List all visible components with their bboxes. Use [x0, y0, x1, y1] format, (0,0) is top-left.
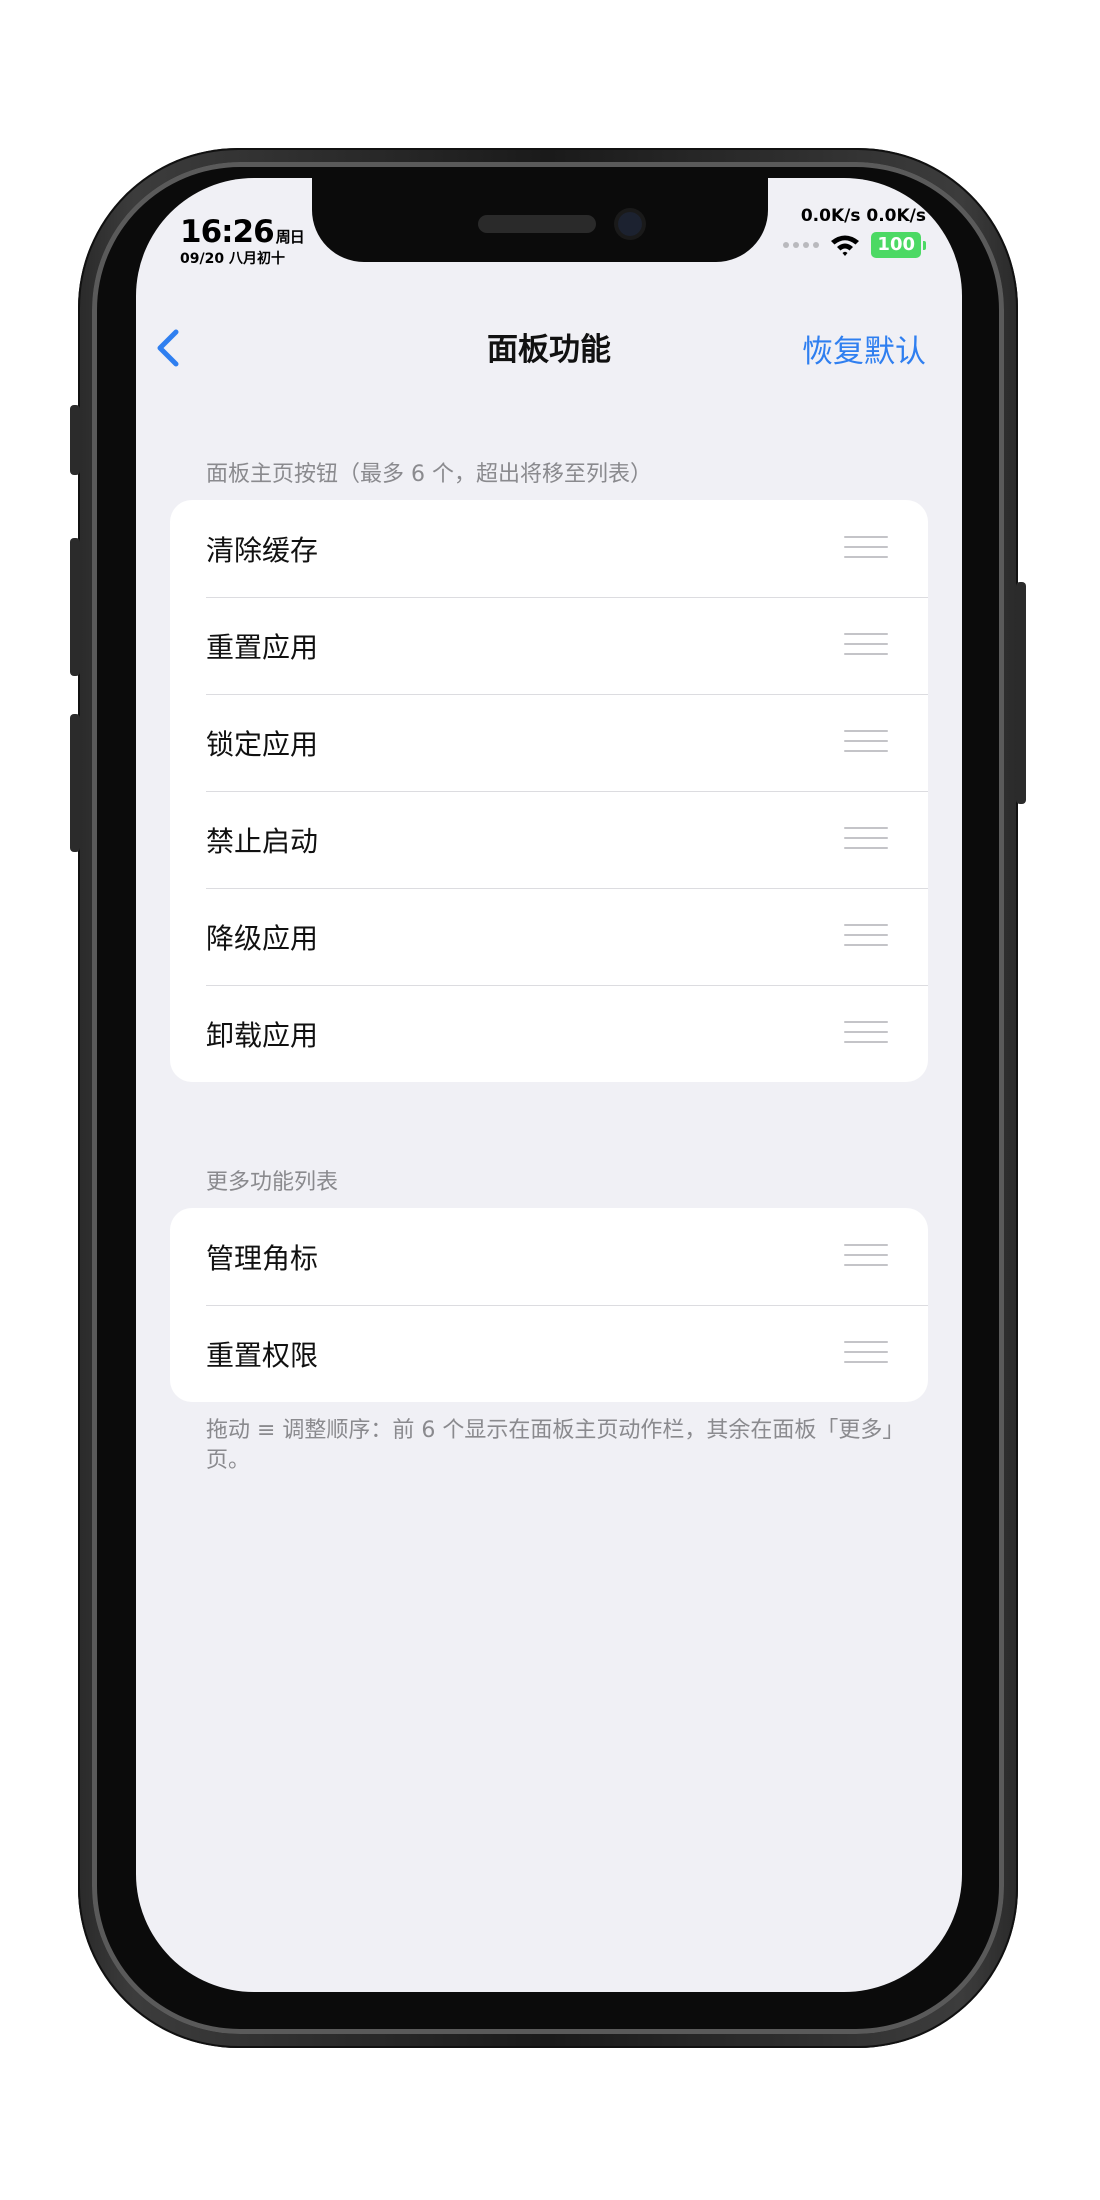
- list-item[interactable]: 禁止启动: [170, 791, 928, 888]
- more-functions-section-header: 更多功能列表: [206, 1170, 339, 1195]
- status-weekday: 周日: [275, 228, 305, 246]
- drag-handle-icon[interactable]: [844, 730, 888, 756]
- status-bar-right: 0.0K/s 0.0K/s 100: [783, 206, 926, 258]
- drag-handle-icon[interactable]: [844, 924, 888, 950]
- list-item[interactable]: 清除缓存: [170, 500, 928, 597]
- wifi-icon: [831, 235, 860, 256]
- navigation-bar: 面板功能 恢复默认: [136, 308, 962, 388]
- list-item-label: 降级应用: [206, 921, 319, 955]
- screen: 16:26 周日 09/20 八月初十 0.0K/s 0.0K/s 100 面板…: [136, 178, 962, 1992]
- drag-handle-icon[interactable]: [844, 1021, 888, 1047]
- list-item[interactable]: 锁定应用: [170, 694, 928, 791]
- status-bar-left: 16:26 周日 09/20 八月初十: [180, 214, 305, 268]
- list-item[interactable]: 卸载应用: [170, 985, 928, 1082]
- main-buttons-list: 清除缓存 重置应用 锁定应用 禁止启动 降级应用 卸载应用: [170, 500, 928, 1082]
- battery-level: 100: [871, 232, 921, 258]
- silent-switch: [70, 405, 80, 475]
- network-speed: 0.0K/s 0.0K/s: [800, 206, 926, 226]
- notch: [312, 178, 768, 262]
- restore-defaults-button[interactable]: 恢复默认: [802, 326, 926, 371]
- volume-down-button: [70, 714, 80, 852]
- drag-handle-icon[interactable]: [844, 1341, 888, 1367]
- list-item[interactable]: 降级应用: [170, 888, 928, 985]
- list-item-label: 重置应用: [206, 630, 319, 664]
- volume-up-button: [70, 538, 80, 676]
- list-item-label: 清除缓存: [206, 533, 319, 567]
- drag-handle-icon[interactable]: [844, 1244, 888, 1270]
- drag-handle-icon[interactable]: [844, 633, 888, 659]
- list-item[interactable]: 重置应用: [170, 597, 928, 694]
- power-button: [1016, 582, 1026, 804]
- list-item-label: 管理角标: [206, 1241, 319, 1275]
- more-functions-list: 管理角标 重置权限: [170, 1208, 928, 1402]
- drag-handle-icon[interactable]: [844, 536, 888, 562]
- list-item[interactable]: 重置权限: [170, 1305, 928, 1402]
- main-buttons-section-header: 面板主页按钮（最多 6 个，超出将移至列表）: [206, 462, 652, 487]
- list-item-label: 重置权限: [206, 1338, 319, 1372]
- status-time: 16:26 周日: [180, 214, 305, 250]
- drag-handle-icon[interactable]: [844, 827, 888, 853]
- camera-icon: [618, 212, 642, 236]
- status-date: 09/20 八月初十: [180, 251, 285, 267]
- footer-note: 拖动 ≡ 调整顺序：前 6 个显示在面板主页动作栏，其余在面板「更多」页。: [206, 1418, 894, 1473]
- speaker-grille: [478, 215, 596, 233]
- list-item[interactable]: 管理角标: [170, 1208, 928, 1305]
- signal-dots-icon: [783, 242, 820, 248]
- list-item-label: 锁定应用: [206, 727, 319, 761]
- list-item-label: 卸载应用: [206, 1018, 319, 1052]
- battery-icon: 100: [871, 232, 926, 258]
- list-item-label: 禁止启动: [206, 824, 319, 858]
